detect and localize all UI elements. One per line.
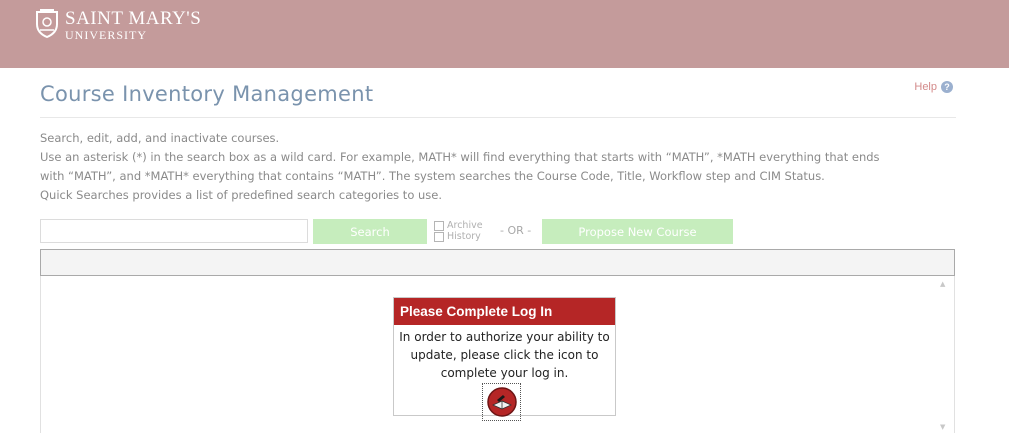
logo-subtitle: UNIVERSITY	[65, 28, 147, 42]
login-icon-button[interactable]	[482, 383, 521, 421]
login-dialog: Please Complete Log In In order to autho…	[393, 297, 616, 421]
search-button[interactable]: Search	[313, 219, 427, 244]
archive-history-checkbox[interactable]: Archive History	[434, 220, 483, 242]
login-book-icon	[486, 387, 517, 417]
message-line: In order to authorize your ability to	[399, 330, 610, 344]
help-label: Help	[914, 81, 937, 93]
message-line: complete your log in.	[440, 366, 569, 380]
login-dialog-message: In order to authorize your ability to up…	[394, 328, 615, 382]
history-checkbox[interactable]	[434, 231, 444, 242]
description-line: Use an asterisk (*) in the search box as…	[40, 150, 880, 164]
help-link[interactable]: Help ?	[914, 81, 953, 93]
login-dialog-title: Please Complete Log In	[394, 298, 615, 325]
page-description: Search, edit, add, and inactivate course…	[40, 129, 970, 205]
description-line: with “MATH”, and *MATH* everything that …	[40, 169, 825, 183]
archive-checkbox[interactable]	[434, 220, 444, 231]
scroll-up-arrow-icon[interactable]: ▲	[940, 280, 945, 288]
logo-name: SAINT MARY'S	[65, 8, 202, 29]
propose-new-course-button[interactable]: Propose New Course	[542, 219, 733, 244]
divider	[40, 117, 956, 118]
description-line: Search, edit, add, and inactivate course…	[40, 131, 280, 145]
description-line: Quick Searches provides a list of predef…	[40, 188, 443, 202]
university-crest-icon	[36, 9, 58, 39]
message-line: update, please click the icon to	[410, 348, 599, 362]
page-title: Course Inventory Management	[40, 82, 374, 106]
question-circle-icon: ?	[941, 81, 953, 93]
site-header: SAINT MARY'S UNIVERSITY	[0, 0, 1009, 68]
or-separator: - OR -	[500, 224, 532, 237]
archive-label: Archive	[447, 220, 483, 231]
search-input[interactable]	[40, 219, 308, 243]
scroll-down-arrow-icon[interactable]: ▼	[940, 423, 945, 431]
university-logo[interactable]: SAINT MARY'S UNIVERSITY	[35, 9, 201, 41]
results-toolbar	[40, 249, 955, 276]
history-label: History	[447, 231, 481, 242]
